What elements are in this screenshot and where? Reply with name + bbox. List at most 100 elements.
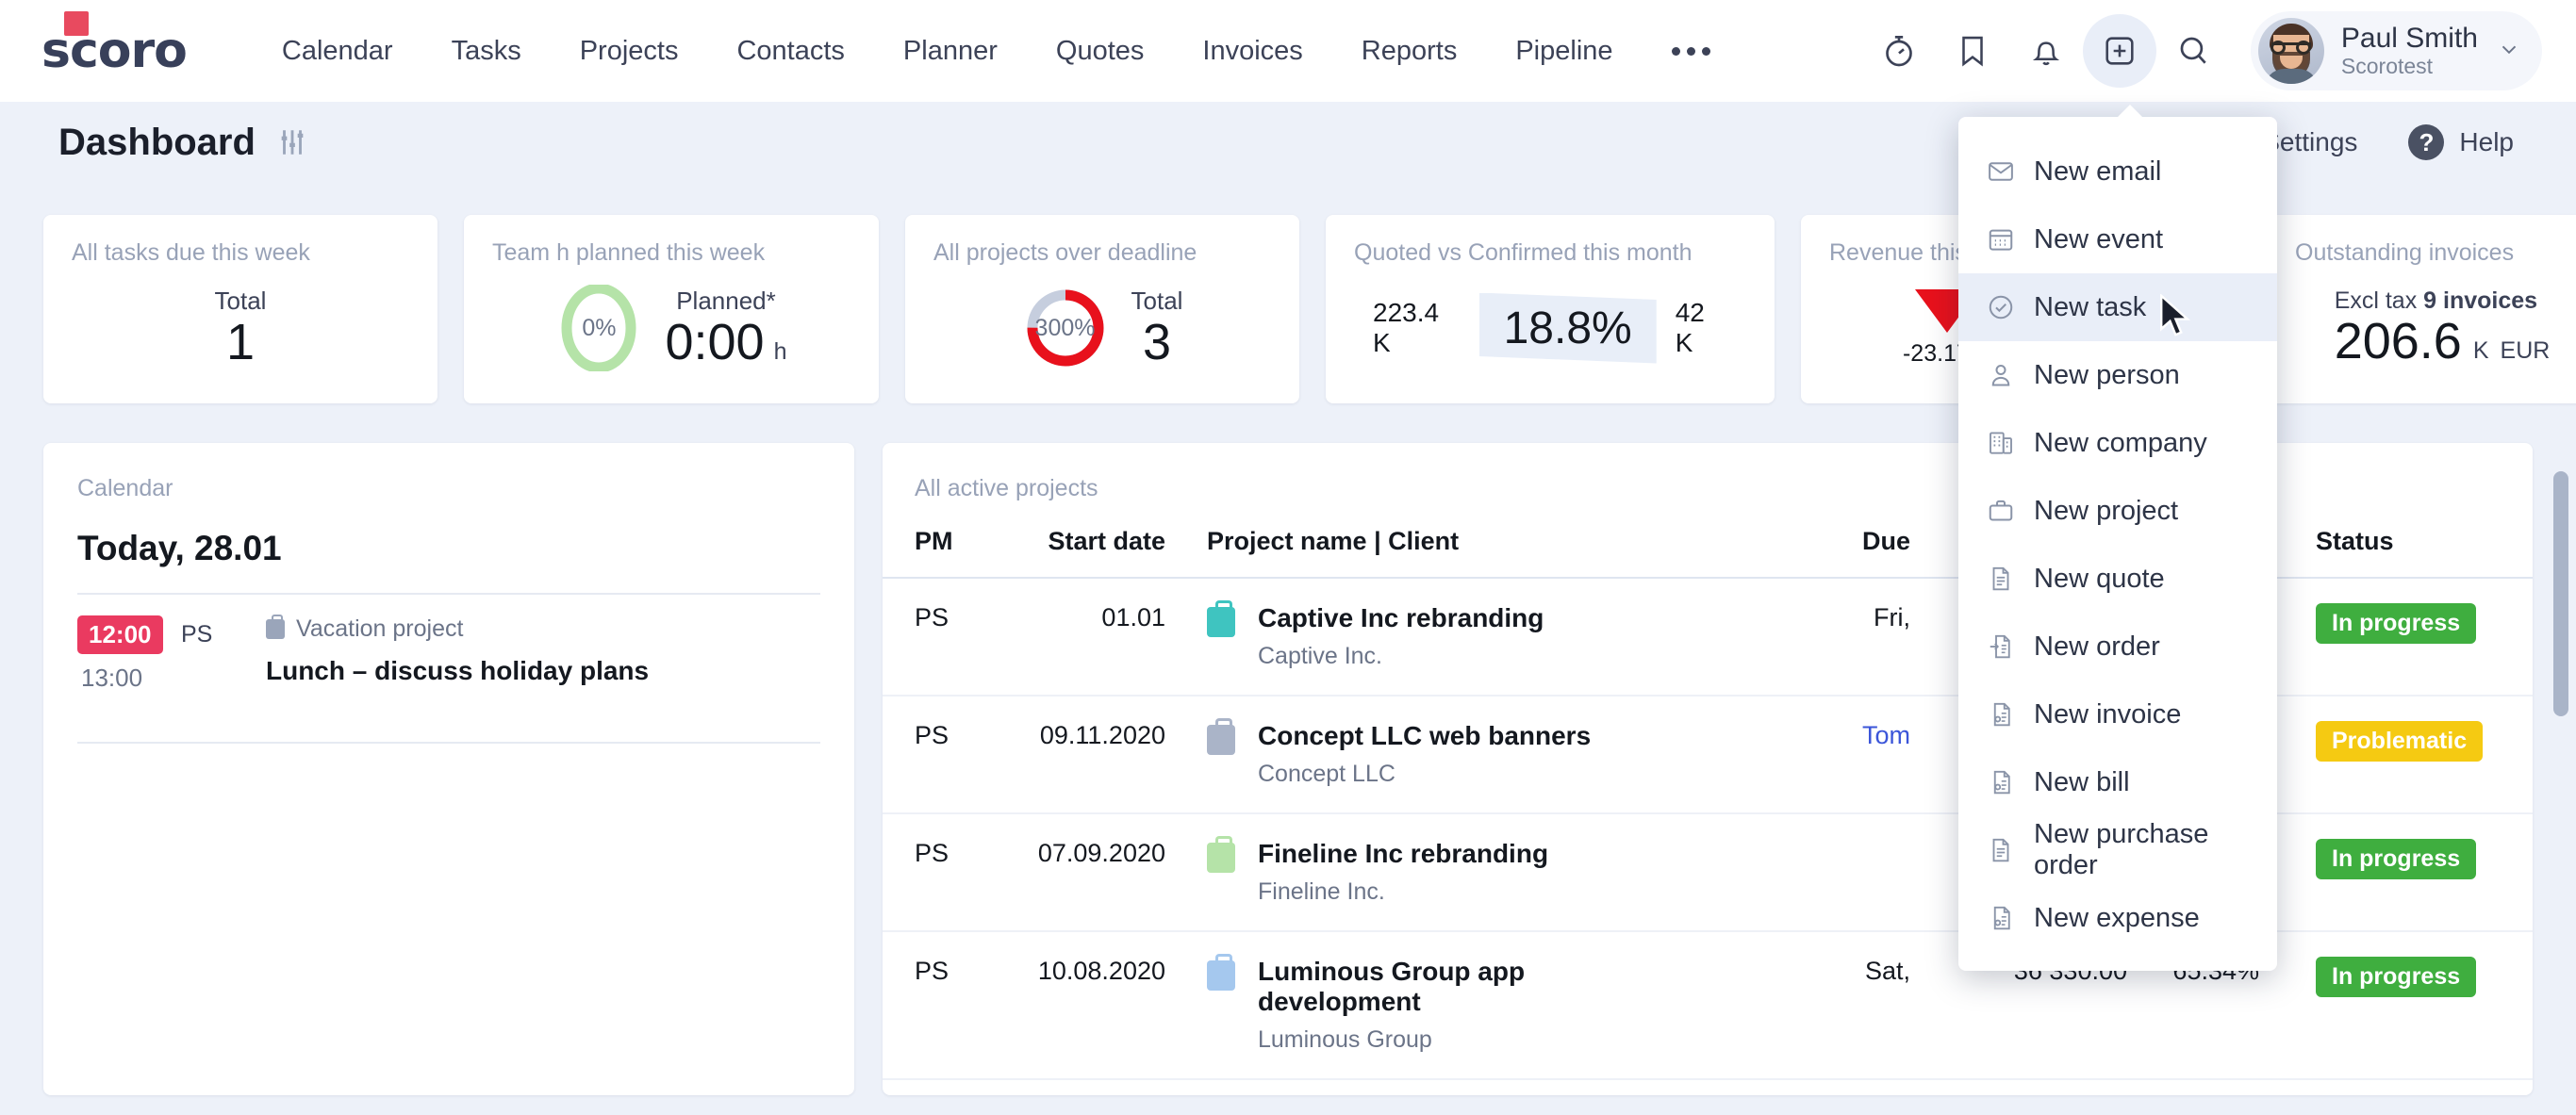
ellipsis-icon[interactable] [1643,46,1740,56]
sliders-icon[interactable] [276,126,308,158]
kpi-card-quoted-vs-confirmed[interactable]: Quoted vs Confirmed this month 223.4 K 1… [1326,215,1775,403]
kpi-card-projects-over-deadline[interactable]: All projects over deadline 300% Total 3 [905,215,1299,403]
menu-item-new-email[interactable]: New email [1958,138,2277,205]
kpi-value: 3 [1142,314,1172,371]
kpi-currency: EUR [2500,337,2551,365]
nav-item-contacts[interactable]: Contacts [707,0,873,102]
question-mark-icon: ? [2408,124,2445,160]
new-item-dropdown-menu: New email New event New task New person New … [1958,105,2277,971]
table-row[interactable]: PS 01.01 Captive Inc rebranding Captive Inc… [883,578,2533,697]
cell-pm: PS [915,603,949,631]
kpi-card-tasks-due[interactable]: All tasks due this week Total 1 [43,215,438,403]
menu-item-new-person[interactable]: New person [1958,341,2277,409]
kpi-unit: K [2472,337,2489,365]
menu-item-new-bill[interactable]: New bill [1958,748,2277,816]
menu-item-new-event[interactable]: New event [1958,205,2277,273]
menu-item-new-invoice[interactable]: New invoice [1958,680,2277,748]
building-icon [1987,429,2015,457]
menu-item-label: New person [2034,359,2180,390]
dot [1701,46,1710,56]
col-status[interactable]: Status [2287,527,2533,579]
kpi-value: 206.6 [2334,313,2462,370]
quoted-amount: 223.4 K [1373,298,1440,357]
cell-pm: PS [915,839,949,867]
help-label: Help [2459,127,2514,156]
briefcase-icon [1207,836,1235,873]
cell-project: Captive Inc rebranding Captive Inc. [1207,600,1665,670]
nav-item-invoices[interactable]: Invoices [1173,0,1331,102]
nav-item-tasks[interactable]: Tasks [422,0,551,102]
avatar [2257,18,2324,84]
kpi-title: All tasks due this week [72,239,310,266]
bookmark-icon[interactable] [1936,14,2009,88]
timer-icon[interactable] [1862,14,1936,88]
nav-item-planner[interactable]: Planner [874,0,1027,102]
user-menu[interactable]: Paul Smith Scorotest [2250,11,2542,90]
plus-square-icon[interactable] [2082,14,2156,88]
client-name: Fineline Inc. [1258,878,1385,905]
help-link[interactable]: ? Help [2408,124,2514,160]
col-project-name[interactable]: Project name | Client [1165,527,1665,579]
nav-item-calendar[interactable]: Calendar [253,0,422,102]
table-row[interactable]: PS 10.08.2020 Luminous Group app developme… [883,931,2533,1080]
kpi-title: All projects over deadline [933,239,1197,266]
search-icon[interactable] [2156,14,2230,88]
calendar-event-row[interactable]: 12:00 13:00 PS Vacation project Lunch – … [77,595,820,717]
kpi-label: Planned* [676,287,776,316]
col-start-date[interactable]: Start date [967,527,1165,579]
kpi-body: Excl tax 9 invoices 206.6 K EUR [2295,267,2576,389]
kpi-body: Total 1 [72,267,409,389]
cell-pm: PS [915,721,949,749]
scroll-thumb[interactable] [2553,471,2568,716]
table-row[interactable]: PS 07.09.2020 Fineline Inc rebranding Finel… [883,813,2533,932]
projects-scrollbar[interactable] [2553,471,2568,1074]
menu-item-new-expense[interactable]: New expense [1958,884,2277,952]
kpi-card-outstanding-invoices[interactable]: Outstanding invoices Excl tax 9 invoices… [2267,215,2576,403]
kpi-body: 0% Planned* 0:00 h [492,267,850,389]
menu-item-new-quote[interactable]: New quote [1958,545,2277,613]
nav-item-reports[interactable]: Reports [1332,0,1487,102]
col-pm[interactable]: PM [883,527,967,579]
menu-item-label: New email [2034,156,2162,187]
event-project-name: Vacation project [296,615,464,642]
cell-pm: PS [915,957,949,985]
envelope-icon [1987,157,2015,186]
dashboard-page: scoro Calendar Tasks Projects Contacts P… [0,0,2576,1115]
event-time: 12:00 13:00 [77,615,181,693]
order-doc-icon [1987,632,2015,661]
user-name: Paul Smith [2340,23,2478,55]
cell-due: Fri, [1874,603,1910,631]
bell-icon[interactable] [2009,14,2083,88]
topbar-actions: Paul Smith Scorotest [1862,11,2576,90]
menu-item-new-project[interactable]: New project [1958,477,2277,545]
table-row[interactable]: PS 09.11.2020 Concept LLC web banners Conce… [883,696,2533,814]
col-due[interactable]: Due [1665,527,1910,579]
menu-item-label: New task [2034,291,2147,322]
user-meta: Paul Smith Scorotest [2341,23,2478,78]
dot [1671,46,1680,56]
invoices-label: Excl tax 9 invoices [2335,287,2537,315]
purchase-doc-icon [1987,836,2015,864]
status-badge: In progress [2316,957,2477,997]
nav-item-projects[interactable]: Projects [551,0,708,102]
event-title: Lunch – discuss holiday plans [266,656,650,685]
nav-item-pipeline[interactable]: Pipeline [1486,0,1642,102]
cell-start-date: 01.01 [1101,603,1165,631]
menu-item-new-order[interactable]: New order [1958,613,2277,680]
scoro-logo[interactable]: scoro [41,11,188,75]
page-header-actions: Settings ? Help [2262,124,2576,160]
menu-item-new-company[interactable]: New company [1958,409,2277,477]
kpi-card-team-hours[interactable]: Team h planned this week 0% Planned* 0:0… [464,215,879,403]
event-main: Vacation project Lunch – discuss holiday… [266,615,820,693]
menu-item-new-purchase-order[interactable]: New purchase order [1958,816,2277,884]
menu-item-label: New order [2034,631,2160,662]
table-row[interactable]: PS01.12.2020Optimist Group campaign work… [883,1079,2533,1095]
menu-item-new-task[interactable]: New task [1958,273,2277,341]
person-icon [1987,361,2015,389]
briefcase-icon [1987,497,2015,525]
menu-item-label: New purchase order [2034,819,2209,880]
event-project: Vacation project [266,615,820,643]
calendar-date: Today, 28.01 [77,529,282,567]
nav-item-quotes[interactable]: Quotes [1027,0,1174,102]
cell-start-date: 09.11.2020 [1039,721,1165,749]
